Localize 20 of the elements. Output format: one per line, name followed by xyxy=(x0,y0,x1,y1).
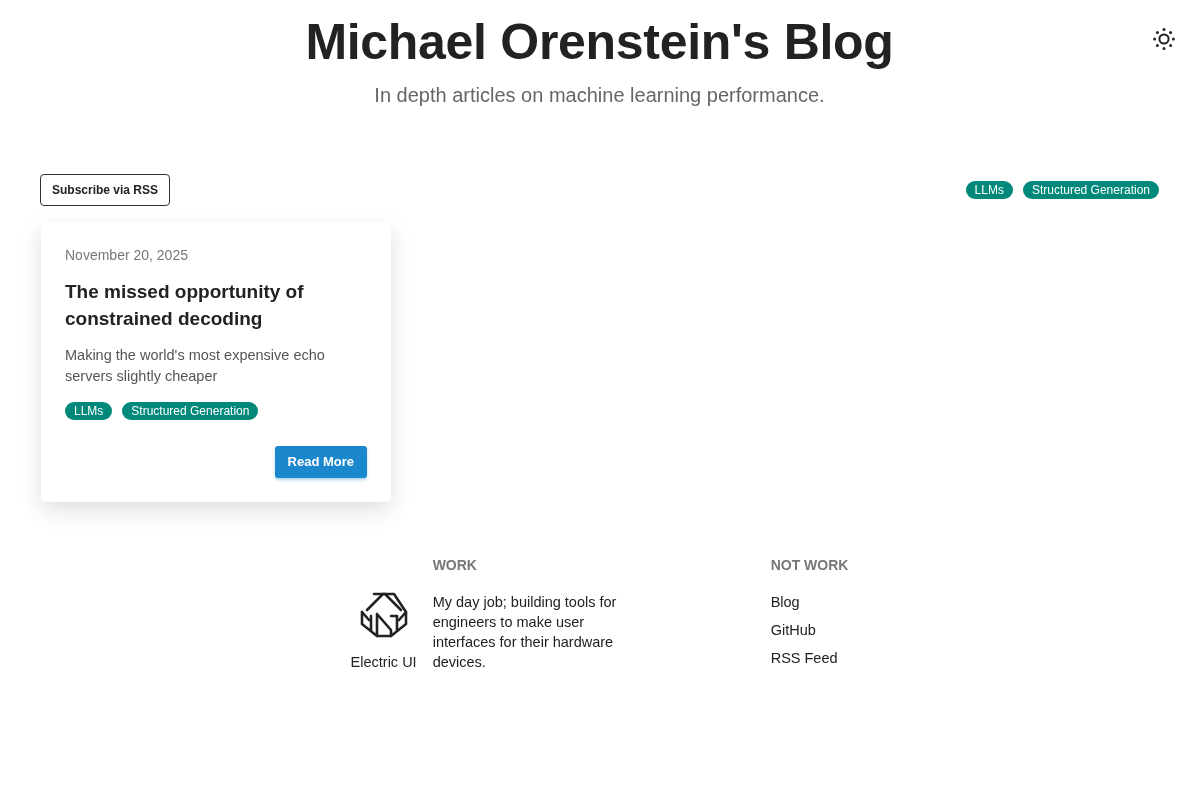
tag-filter[interactable]: LLMs xyxy=(965,181,1013,199)
footer-heading: NOT WORK xyxy=(770,556,849,574)
sun-icon[interactable] xyxy=(1153,28,1175,50)
logo-caption: Electric UI xyxy=(350,653,417,672)
tag-filter[interactable]: Structured Generation xyxy=(1022,181,1159,199)
post-summary: Making the world's most expensive echo servers slightly cheaper xyxy=(65,346,326,386)
blog-subtitle: In depth articles on machine learning performance. xyxy=(373,83,826,108)
read-more-button[interactable]: Read More xyxy=(274,446,367,478)
hexagon-knot-icon xyxy=(358,590,409,640)
footer-heading: WORK xyxy=(432,556,478,574)
post-tag[interactable]: LLMs xyxy=(65,402,113,420)
post-date: November 20, 2025 xyxy=(65,246,189,264)
footer-link[interactable]: Blog xyxy=(770,592,849,612)
blog-title: Michael Orenstein's Blog xyxy=(305,13,894,72)
post-title: The missed opportunity of constrained decoding xyxy=(65,280,305,331)
subscribe-rss-button[interactable]: Subscribe via RSS xyxy=(40,174,171,206)
work-description: My day job; building tools for engineers to make user interfaces for their hardware devices. xyxy=(432,593,618,672)
post-tag[interactable]: Structured Generation xyxy=(122,402,259,420)
footer-link[interactable]: RSS Feed xyxy=(770,648,849,668)
footer-link[interactable]: GitHub xyxy=(770,620,849,640)
